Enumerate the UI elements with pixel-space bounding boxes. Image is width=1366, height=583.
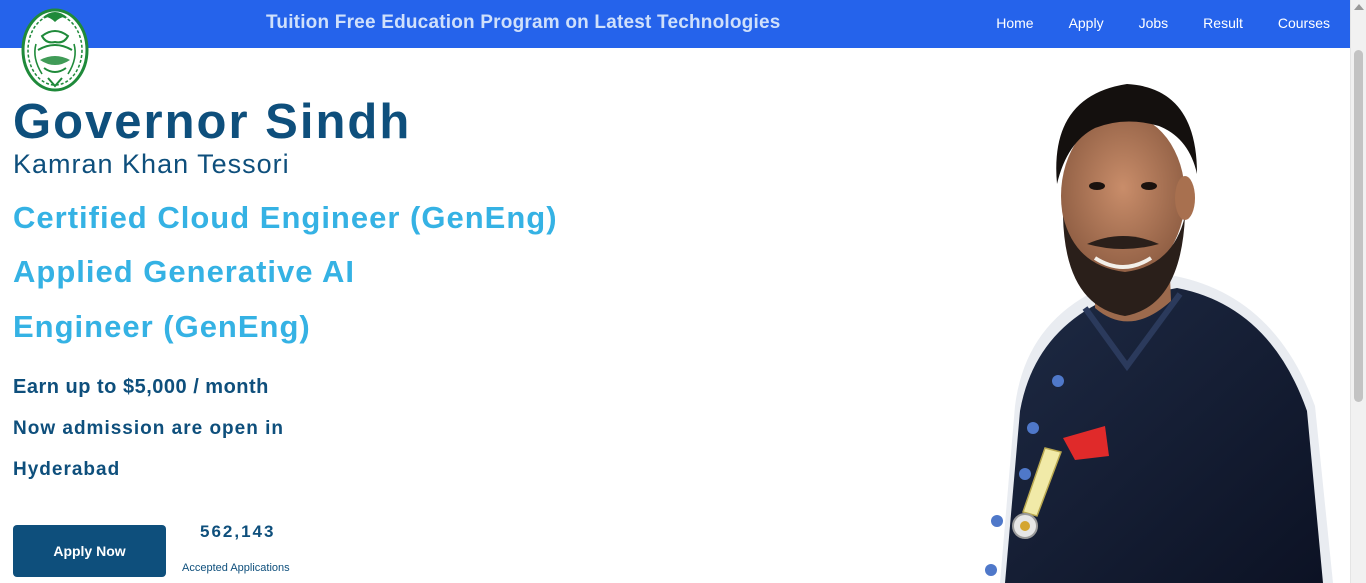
- apply-now-button[interactable]: Apply Now: [13, 525, 166, 577]
- page: Tuition Free Education Program on Latest…: [0, 0, 1366, 583]
- nav-links: Home Apply Jobs Result Courses: [996, 15, 1330, 31]
- nav-link-apply[interactable]: Apply: [1069, 15, 1104, 31]
- vertical-scrollbar[interactable]: [1350, 0, 1366, 583]
- governor-house-emblem-icon[interactable]: [18, 4, 92, 92]
- course-line-3: Engineer (GenEng): [13, 309, 311, 344]
- scrollbar-thumb[interactable]: [1354, 50, 1363, 402]
- top-navbar: Tuition Free Education Program on Latest…: [0, 0, 1350, 48]
- nav-link-jobs[interactable]: Jobs: [1139, 15, 1169, 31]
- nav-link-home[interactable]: Home: [996, 15, 1033, 31]
- governor-portrait-image: [945, 76, 1335, 583]
- earn-period: / month: [193, 376, 269, 398]
- admission-line-2: Hyderabad: [13, 459, 121, 480]
- hero-subtitle: Kamran Khan Tessori: [13, 149, 290, 179]
- admission-line-1: Now admission are open in: [13, 418, 284, 439]
- course-line-1: Certified Cloud Engineer (GenEng): [13, 200, 558, 235]
- accepted-count: 562,143: [200, 522, 276, 541]
- scroll-up-arrow-icon[interactable]: [1354, 4, 1364, 10]
- nav-link-courses[interactable]: Courses: [1278, 15, 1330, 31]
- navbar-headline: Tuition Free Education Program on Latest…: [266, 12, 781, 33]
- earn-text: Earn up to $5,000 / month: [13, 376, 269, 399]
- accepted-label: Accepted Applications: [182, 562, 290, 574]
- course-line-2: Applied Generative AI: [13, 254, 355, 289]
- hero-title: Governor Sindh: [13, 95, 412, 149]
- earn-amount: Earn up to $5,000: [13, 376, 188, 398]
- nav-link-result[interactable]: Result: [1203, 15, 1243, 31]
